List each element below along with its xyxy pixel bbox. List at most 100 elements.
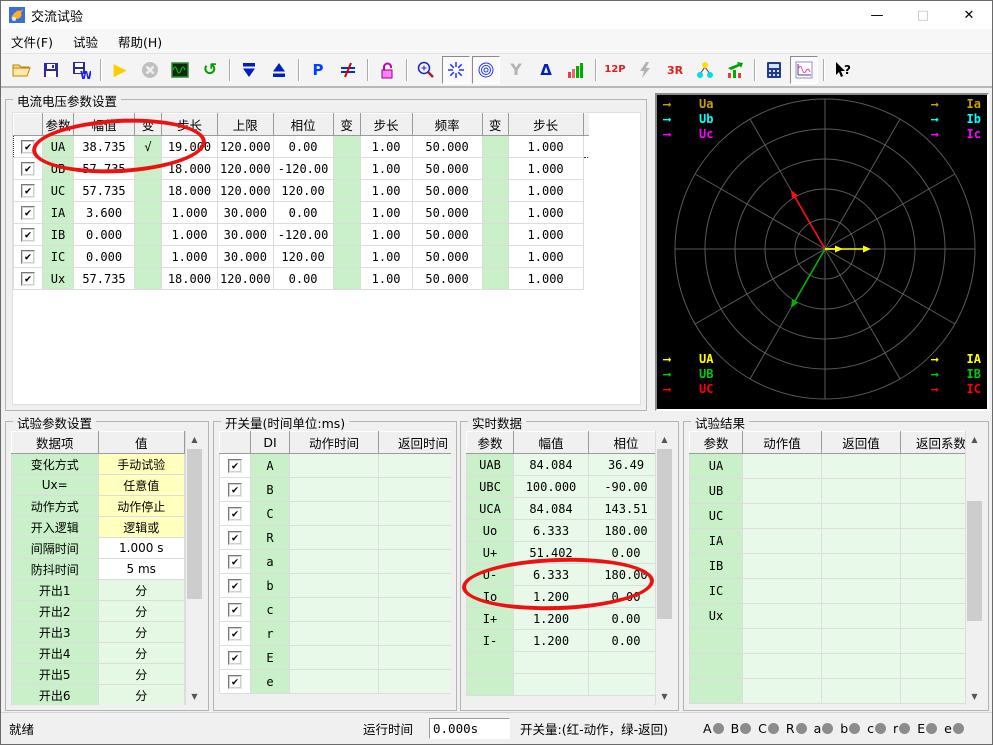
phase-swap-button[interactable] xyxy=(334,56,362,84)
vi-cell[interactable]: 50.000 xyxy=(412,224,482,246)
vi-column-header[interactable]: 上限 xyxy=(218,114,274,136)
row-checkbox[interactable]: ✔ xyxy=(21,162,35,176)
vi-cell[interactable]: √ xyxy=(135,136,162,158)
vi-cell[interactable]: 1.000 xyxy=(162,202,218,224)
tp-value-cell[interactable]: 手动试验 xyxy=(98,454,185,475)
vi-cell[interactable]: 57.735 xyxy=(74,180,135,202)
vi-table-row[interactable]: ✔UA38.735√19.000120.0000.001.0050.0001.0… xyxy=(14,136,589,158)
di-checkbox[interactable]: ✔ xyxy=(228,627,242,641)
rt-column-header[interactable]: 幅值 xyxy=(514,432,589,454)
vi-cell[interactable]: 57.735 xyxy=(74,158,135,180)
scroll-down-icon[interactable]: ▼ xyxy=(656,688,673,705)
tp-value-cell[interactable]: 分 xyxy=(98,664,185,685)
close-button[interactable]: ✕ xyxy=(946,1,992,29)
vi-cell[interactable]: UC xyxy=(43,180,74,202)
three-phase-r-button[interactable]: 3R xyxy=(661,56,689,84)
twelve-phase-button[interactable]: 12P xyxy=(601,56,629,84)
row-checkbox[interactable]: ✔ xyxy=(21,140,35,154)
rt-column-header[interactable]: 参数 xyxy=(467,432,514,454)
vi-cell[interactable]: 0.000 xyxy=(74,224,135,246)
vi-cell[interactable]: IA xyxy=(43,202,74,224)
menu-item-test[interactable]: 试验 xyxy=(63,29,108,54)
vi-cell[interactable] xyxy=(135,246,162,268)
tp-value-cell[interactable]: 1.000 s xyxy=(98,538,185,559)
tp-value-cell[interactable]: 逻辑或 xyxy=(98,517,185,538)
vi-cell[interactable]: UB xyxy=(43,158,74,180)
vi-cell[interactable]: 57.735 xyxy=(74,268,135,290)
vi-cell[interactable] xyxy=(482,224,508,246)
vi-cell[interactable]: 1.000 xyxy=(162,224,218,246)
vi-cell[interactable] xyxy=(482,180,508,202)
vi-cell[interactable]: 1.000 xyxy=(162,246,218,268)
vi-cell[interactable]: IC xyxy=(43,246,74,268)
vi-cell[interactable]: 0.00 xyxy=(273,136,333,158)
vi-cell[interactable]: 1.00 xyxy=(360,202,412,224)
vi-cell[interactable]: 1.000 xyxy=(508,268,583,290)
vi-cell[interactable] xyxy=(482,202,508,224)
undo-button[interactable]: ↺ xyxy=(196,56,224,84)
di-checkbox[interactable]: ✔ xyxy=(228,507,242,521)
vi-column-header[interactable]: 变 xyxy=(482,114,508,136)
calculator-button[interactable] xyxy=(760,56,788,84)
tp-value-cell[interactable]: 分 xyxy=(98,580,185,601)
context-help-button[interactable] xyxy=(829,56,857,84)
vi-cell[interactable]: 3.600 xyxy=(74,202,135,224)
vi-column-header[interactable] xyxy=(14,114,43,136)
row-checkbox[interactable]: ✔ xyxy=(21,228,35,242)
vi-cell[interactable]: 50.000 xyxy=(412,180,482,202)
vi-cell[interactable] xyxy=(333,180,360,202)
vi-cell[interactable] xyxy=(482,136,508,158)
vi-cell[interactable]: 50.000 xyxy=(412,136,482,158)
zoom-in-button[interactable] xyxy=(412,56,440,84)
results-scrollbar[interactable]: ▲ ▼ xyxy=(965,431,983,705)
vi-table-row[interactable]: ✔IB0.0001.00030.000-120.001.0050.0001.00… xyxy=(14,224,589,246)
open-file-button[interactable] xyxy=(7,56,35,84)
vi-column-header[interactable]: 步长 xyxy=(508,114,583,136)
vi-cell[interactable]: 1.000 xyxy=(508,224,583,246)
vi-cell[interactable]: 50.000 xyxy=(412,246,482,268)
scroll-thumb[interactable] xyxy=(657,449,672,619)
oscilloscope-view-button[interactable] xyxy=(166,56,194,84)
vi-cell[interactable]: IB xyxy=(43,224,74,246)
vi-column-header[interactable]: 相位 xyxy=(273,114,333,136)
export-word-report-button[interactable] xyxy=(67,56,95,84)
tp-value-cell[interactable]: 分 xyxy=(98,643,185,664)
vi-cell[interactable]: 120.000 xyxy=(218,136,274,158)
vi-cell[interactable]: 30.000 xyxy=(218,224,274,246)
menu-item-file[interactable]: 文件(F) xyxy=(1,29,63,54)
di-checkbox[interactable]: ✔ xyxy=(228,483,242,497)
step-down-button[interactable] xyxy=(235,56,263,84)
tp-value-cell[interactable]: 分 xyxy=(98,685,185,706)
vi-cell[interactable]: 1.00 xyxy=(360,158,412,180)
vi-cell[interactable] xyxy=(333,268,360,290)
vi-cell[interactable]: UA xyxy=(43,136,74,158)
harmonics-bars-button[interactable] xyxy=(562,56,590,84)
vi-cell[interactable]: 1.00 xyxy=(360,268,412,290)
vi-table-row[interactable]: ✔UC57.73518.000120.000120.001.0050.0001.… xyxy=(14,180,589,202)
vi-cell[interactable]: 18.000 xyxy=(162,180,218,202)
tp-column-header[interactable]: 值 xyxy=(98,432,185,454)
scroll-thumb[interactable] xyxy=(187,449,202,599)
rs-column-header[interactable]: 参数 xyxy=(690,432,743,454)
sw-column-header[interactable] xyxy=(220,432,251,454)
vi-cell[interactable] xyxy=(135,224,162,246)
vi-cell[interactable]: 30.000 xyxy=(218,246,274,268)
vi-cell[interactable]: 19.000 xyxy=(162,136,218,158)
row-checkbox[interactable]: ✔ xyxy=(21,272,35,286)
vi-cell[interactable]: 50.000 xyxy=(412,202,482,224)
vi-cell[interactable]: 1.00 xyxy=(360,136,412,158)
vi-cell[interactable]: 120.000 xyxy=(218,268,274,290)
vi-cell[interactable] xyxy=(135,180,162,202)
di-checkbox[interactable]: ✔ xyxy=(228,555,242,569)
realtime-scrollbar[interactable]: ▲ ▼ xyxy=(655,431,673,705)
di-checkbox[interactable]: ✔ xyxy=(228,459,242,473)
save-file-button[interactable] xyxy=(37,56,65,84)
vi-cell[interactable]: 120.000 xyxy=(218,180,274,202)
vi-cell[interactable]: 30.000 xyxy=(218,202,274,224)
rs-column-header[interactable]: 返回系数 xyxy=(901,432,966,454)
tp-value-cell[interactable]: 动作停止 xyxy=(98,496,185,517)
vi-cell[interactable]: 1.000 xyxy=(508,136,583,158)
vi-cell[interactable] xyxy=(482,246,508,268)
rs-column-header[interactable]: 返回值 xyxy=(822,432,901,454)
scroll-up-icon[interactable]: ▲ xyxy=(186,431,203,448)
